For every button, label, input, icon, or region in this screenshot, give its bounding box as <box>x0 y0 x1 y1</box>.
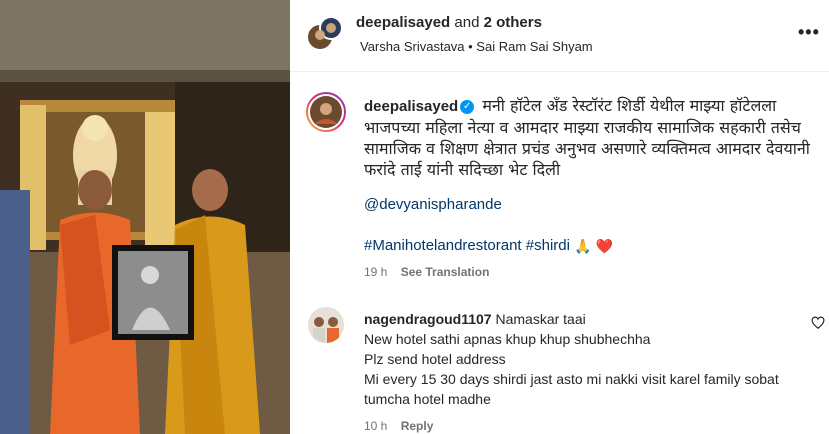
see-translation-button[interactable]: See Translation <box>401 265 490 279</box>
comment-line-1: Namaskar taai <box>495 311 586 327</box>
header-others[interactable]: 2 others <box>484 14 542 31</box>
collaborators-line[interactable]: Varsha Srivastava • Sai Ram Sai Shyam <box>360 39 593 54</box>
caption-username[interactable]: deepalisayed <box>364 98 458 115</box>
commenter-avatar[interactable] <box>308 307 344 343</box>
avatar-icon <box>306 16 343 51</box>
heart-emoji-icon: ❤️ <box>595 237 614 254</box>
caption-avatar[interactable] <box>306 92 346 132</box>
verified-badge-icon: ✓ <box>460 99 475 114</box>
reply-button[interactable]: Reply <box>401 419 434 433</box>
header-usernames[interactable]: deepalisayed and 2 others <box>356 14 542 31</box>
post-header: deepalisayed and 2 others Varsha Srivast… <box>290 0 829 72</box>
comment-line-3: Plz send hotel address <box>364 351 506 367</box>
post-photo <box>0 0 290 434</box>
mention-link[interactable]: @devyanispharande <box>364 196 502 213</box>
post-panel: deepalisayed and 2 others Varsha Srivast… <box>290 0 829 434</box>
hashtag-links[interactable]: #Manihotelandrestorant #shirdi <box>364 237 570 254</box>
like-comment-icon <box>811 316 825 330</box>
post-time: 19 h <box>364 265 388 279</box>
more-options-icon[interactable]: ••• <box>798 22 820 43</box>
commenter-avatar-icon <box>308 307 344 343</box>
header-and: and <box>454 14 480 31</box>
comment-line-4: Mi every 15 30 days shirdi jast asto mi … <box>364 371 779 407</box>
post-meta: 19 h See Translation <box>364 265 489 279</box>
comment-meta: 10 h Reply <box>364 419 433 433</box>
photo-illustration <box>0 0 290 434</box>
comment-time: 10 h <box>364 419 388 433</box>
hashtags-line: #Manihotelandrestorant #shirdi 🙏 ❤️ <box>364 237 613 255</box>
collab-avatar[interactable] <box>306 15 344 53</box>
story-ring-avatar-icon <box>306 92 346 132</box>
header-username[interactable]: deepalisayed <box>356 14 450 31</box>
comment: nagendragoud1107 Namaskar taai New hotel… <box>364 309 794 409</box>
comment-line-2: New hotel sathi apnas khup khup shubhech… <box>364 331 651 347</box>
pray-emoji-icon: 🙏 <box>574 237 592 254</box>
heart-outline-icon[interactable] <box>811 316 825 330</box>
post-caption: deepalisayed ✓ मनी हॉटेल अँड रेस्टॉरंट शि… <box>364 95 819 180</box>
comment-username[interactable]: nagendragoud1107 <box>364 311 492 327</box>
